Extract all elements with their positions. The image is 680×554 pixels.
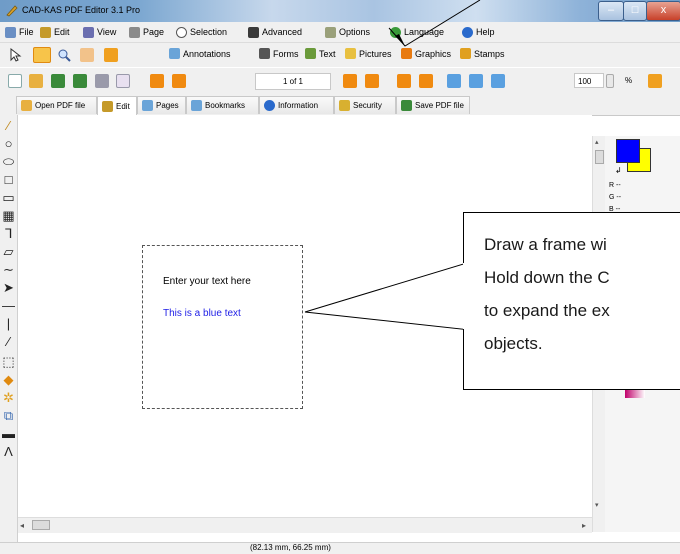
cursor-coordinates: (82.13 mm, 66.25 mm) [250,543,331,552]
status-bar: (82.13 mm, 66.25 mm) [0,542,680,554]
callout-line-3: to expand the ex [484,301,610,320]
callout-tail-join [463,263,465,329]
callout-line-1: Draw a frame wi [484,235,607,254]
callout-bubble: Draw a frame wi Hold down the C to expan… [463,212,680,390]
callout-line-2: Hold down the C [484,268,610,287]
callout-line-4: objects. [484,334,543,353]
